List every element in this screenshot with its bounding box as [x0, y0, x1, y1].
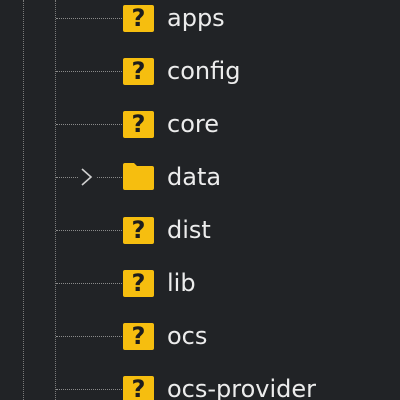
unknown-file-icon: ?	[123, 270, 154, 297]
tree-connector	[56, 18, 122, 19]
tree-item-label: apps	[167, 4, 225, 32]
unknown-file-icon: ?	[123, 5, 154, 32]
tree-item-data[interactable]: data	[0, 151, 400, 204]
tree-item-ocs-provider[interactable]: ? ocs-provider	[0, 363, 400, 400]
tree-item-core[interactable]: ? core	[0, 98, 400, 151]
tree-connector	[56, 71, 122, 72]
tree-connector	[56, 283, 122, 284]
tree-item-config[interactable]: ? config	[0, 45, 400, 98]
tree-connector	[56, 336, 122, 337]
unknown-file-icon: ?	[123, 217, 154, 244]
tree-item-label: core	[167, 110, 219, 138]
tree-connector	[56, 389, 122, 390]
unknown-file-icon: ?	[123, 323, 154, 350]
chevron-right-icon[interactable]	[78, 166, 96, 188]
tree-connector	[56, 230, 122, 231]
tree-item-apps[interactable]: ? apps	[0, 0, 400, 45]
folder-icon	[123, 163, 154, 190]
tree-connector	[56, 124, 122, 125]
file-tree: ? apps ? config ? core data ? dist ? lib	[0, 0, 400, 400]
tree-connector	[56, 177, 78, 178]
tree-item-ocs[interactable]: ? ocs	[0, 310, 400, 363]
unknown-file-icon: ?	[123, 376, 154, 400]
tree-item-label: config	[167, 57, 241, 85]
tree-item-lib[interactable]: ? lib	[0, 257, 400, 310]
tree-item-label: data	[167, 163, 222, 191]
tree-item-label: ocs	[167, 322, 208, 350]
tree-item-label: dist	[167, 216, 211, 244]
tree-item-label: ocs-provider	[167, 375, 317, 400]
unknown-file-icon: ?	[123, 58, 154, 85]
tree-item-label: lib	[167, 269, 196, 297]
unknown-file-icon: ?	[123, 111, 154, 138]
tree-connector	[97, 177, 122, 178]
tree-item-dist[interactable]: ? dist	[0, 204, 400, 257]
